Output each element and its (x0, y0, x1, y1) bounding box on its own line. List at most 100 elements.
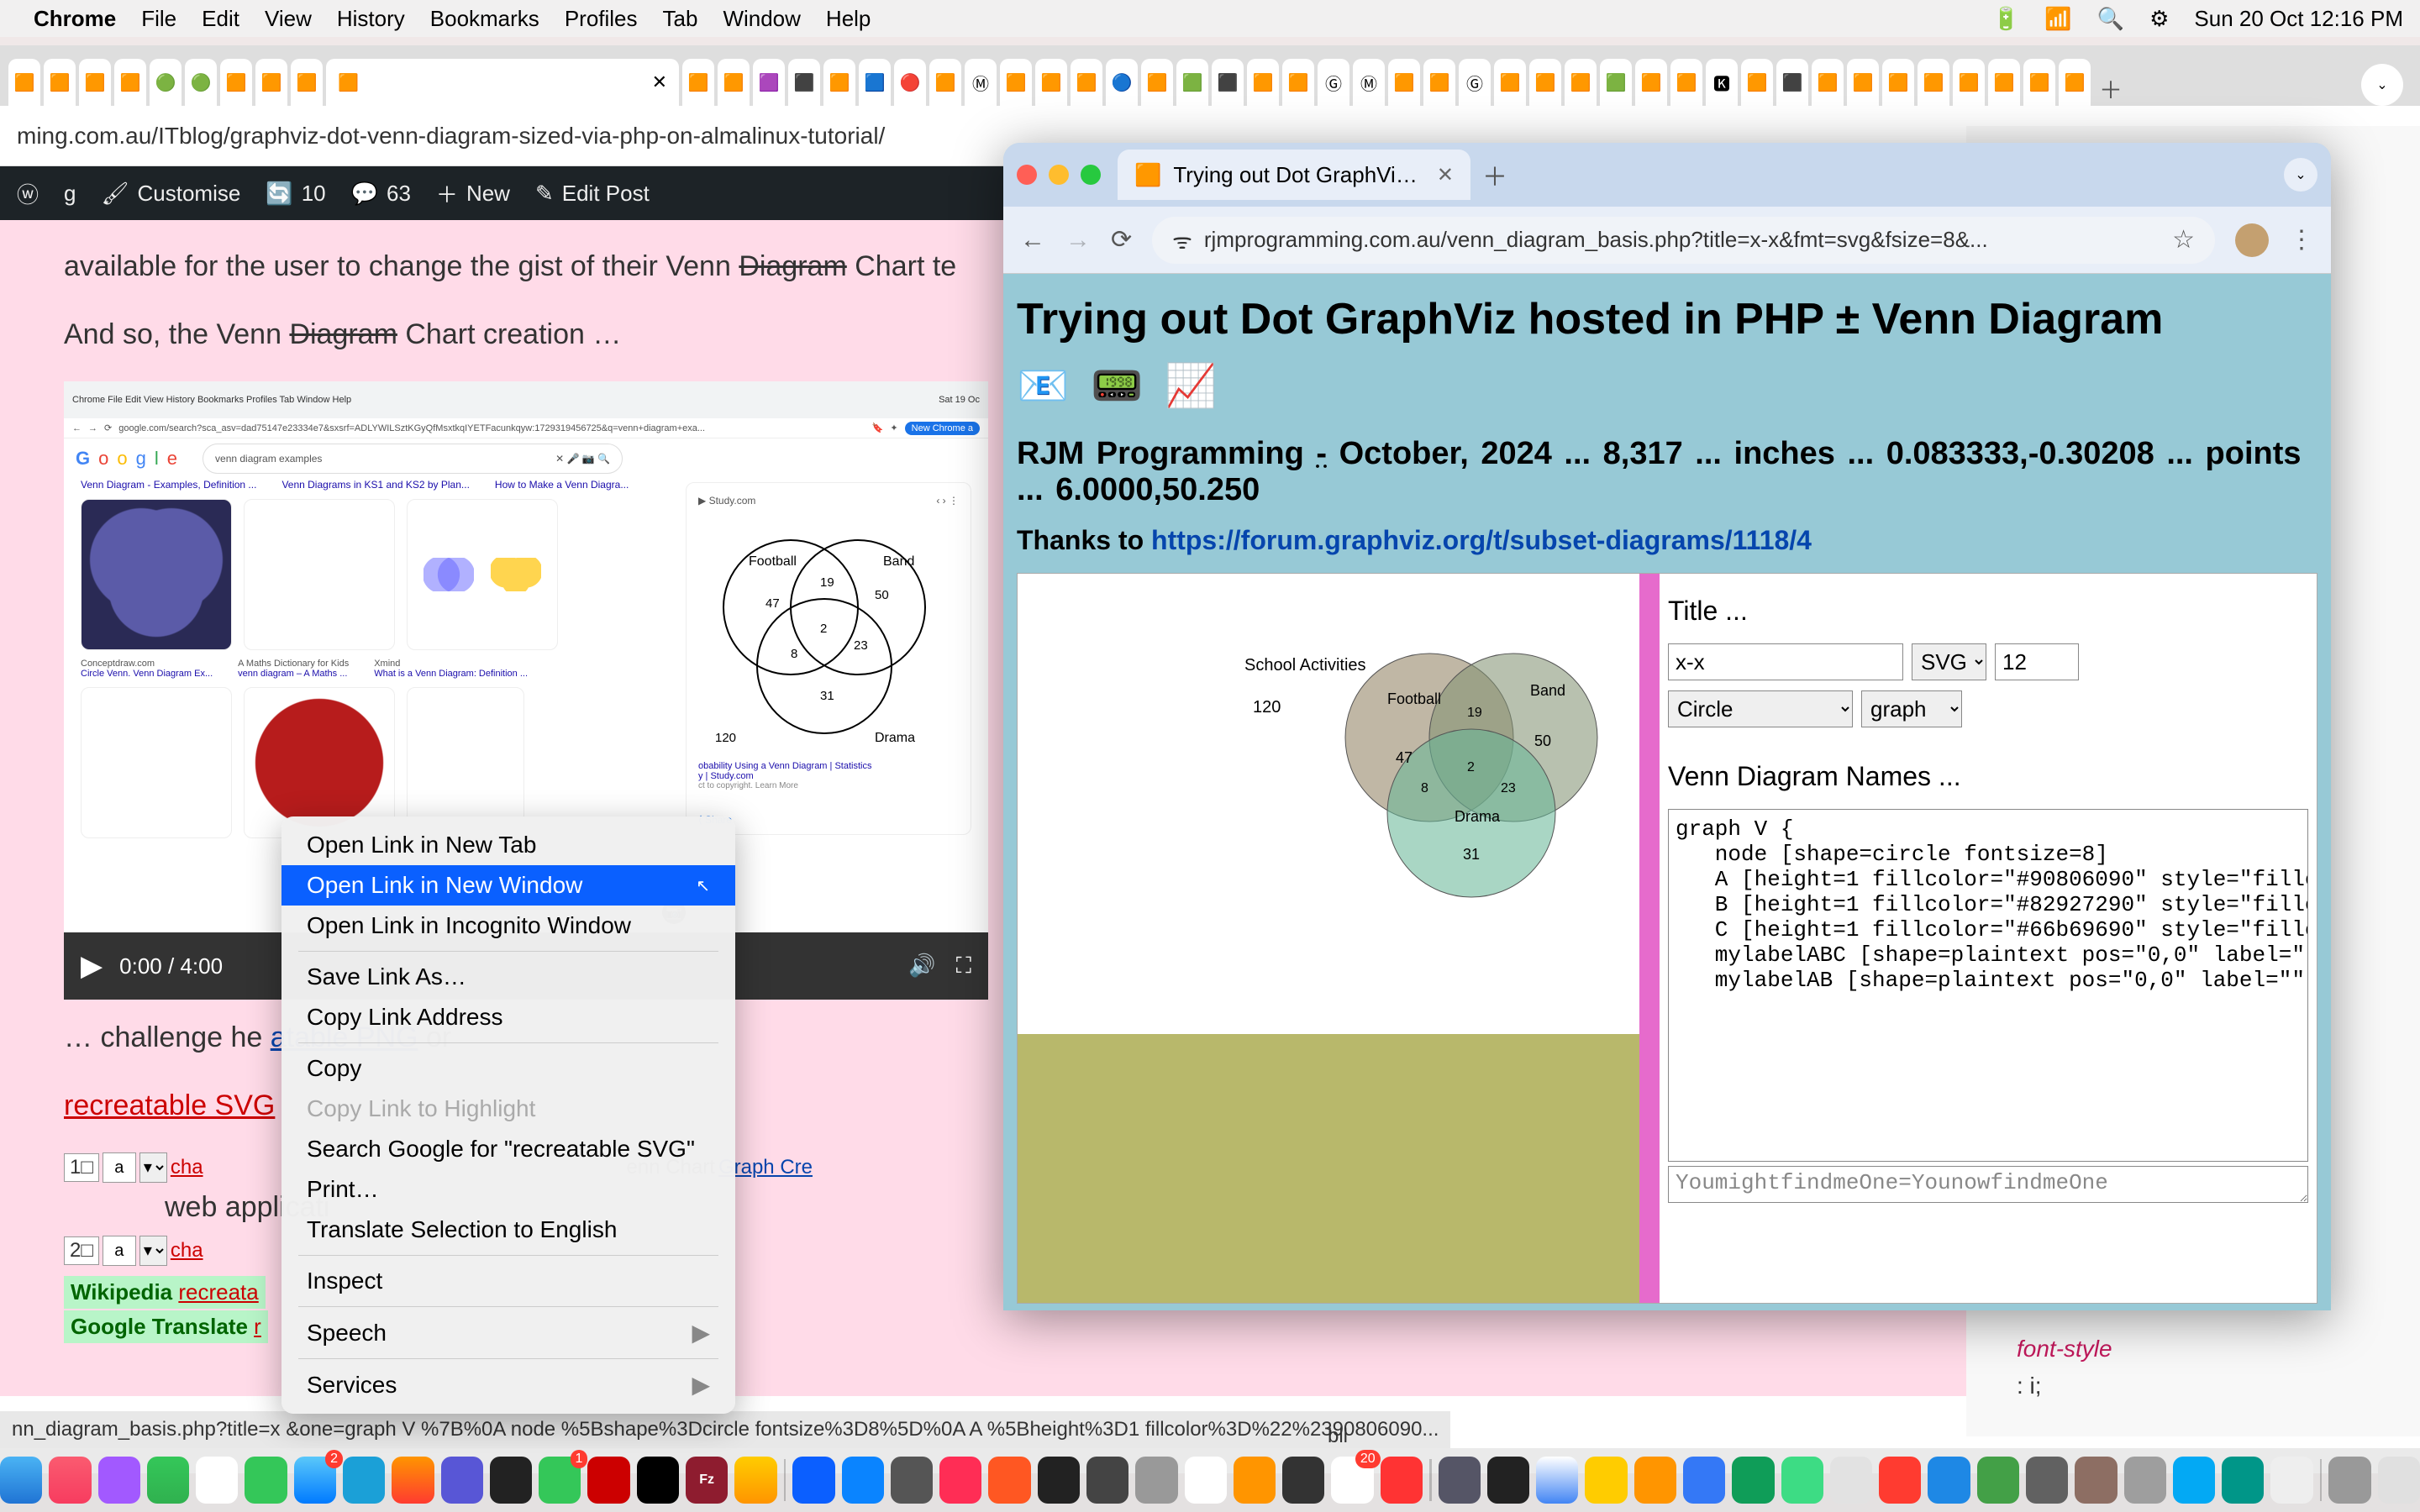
dock-app[interactable] (939, 1457, 981, 1504)
tab-favicon[interactable]: 🟧 (682, 59, 714, 106)
tab-favicon[interactable]: 🟩 (1176, 59, 1208, 106)
wp-new[interactable]: ＋New (436, 178, 510, 209)
tab-favicon[interactable]: 🟧 (1282, 59, 1314, 106)
tab-favicon[interactable]: 🟢 (150, 59, 182, 106)
front-tab-active[interactable]: 🟧 Trying out Dot GraphViz host ✕ (1118, 150, 1470, 200)
ctx-copy-link[interactable]: Copy Link Address (281, 997, 735, 1037)
dock-messages[interactable] (245, 1457, 287, 1504)
dock-maps[interactable] (343, 1457, 385, 1504)
gt-link[interactable]: r (254, 1314, 261, 1339)
menu-window[interactable]: Window (723, 6, 800, 32)
dock-numbers[interactable]: 1 (539, 1457, 581, 1504)
tab-favicon[interactable]: 🟧 (1953, 59, 1985, 106)
ctx-speech[interactable]: Speech▶ (281, 1312, 735, 1353)
front-tab-list[interactable]: ⌄ (2284, 158, 2317, 192)
dock-filezilla[interactable]: Fz (686, 1457, 728, 1504)
ctx-open-new-tab[interactable]: Open Link in New Tab (281, 825, 735, 865)
dock-app[interactable] (1086, 1457, 1128, 1504)
row2-input[interactable] (103, 1236, 136, 1266)
title-input[interactable] (1668, 643, 1903, 680)
wp-site[interactable]: g (64, 181, 76, 207)
tab-favicon[interactable]: 🟧 (1918, 59, 1949, 106)
tab-favicon[interactable]: 🟢 (185, 59, 217, 106)
chrome-menu-icon[interactable]: ⋮ (2289, 225, 2314, 255)
site-info-icon[interactable]: ᯤ (1172, 225, 1192, 255)
new-tab-button[interactable]: ＋ (2094, 72, 2128, 106)
tab-favicon[interactable]: 🟧 (114, 59, 146, 106)
ctx-open-new-window[interactable]: Open Link in New Window↖ (281, 865, 735, 906)
dock-pages[interactable] (637, 1457, 679, 1504)
dock-app[interactable] (1282, 1457, 1324, 1504)
dock-zoom[interactable] (792, 1457, 834, 1504)
close-window-icon[interactable] (1017, 165, 1037, 185)
tab-favicon[interactable]: 🟧 (1882, 59, 1914, 106)
tab-favicon[interactable]: 🟧 (1494, 59, 1526, 106)
dock-app[interactable] (1928, 1457, 1970, 1504)
tab-favicon[interactable]: 🟧 (2059, 59, 2091, 106)
tab-favicon[interactable]: Ⓖ (1459, 59, 1491, 106)
wp-comments[interactable]: 💬63 (351, 181, 411, 207)
tab-favicon[interactable]: 🟧 (1000, 59, 1032, 106)
tab-favicon[interactable]: 🟧 (823, 59, 855, 106)
menu-profiles[interactable]: Profiles (565, 6, 638, 32)
tab-favicon[interactable]: 🅺 (1706, 59, 1738, 106)
tab-favicon[interactable]: 🟧 (1812, 59, 1844, 106)
row1-link-cha[interactable]: cha (171, 1156, 203, 1179)
menu-file[interactable]: File (141, 6, 176, 32)
ctx-inspect[interactable]: Inspect (281, 1261, 735, 1301)
dock-music[interactable] (49, 1457, 91, 1504)
dock-app[interactable] (2270, 1457, 2312, 1504)
wp-updates[interactable]: 🔄10 (266, 181, 325, 207)
tab-favicon[interactable]: ⬛ (1212, 59, 1244, 106)
tab-favicon[interactable]: 🟧 (220, 59, 252, 106)
tab-close-icon[interactable]: ✕ (652, 71, 667, 93)
dock-app[interactable] (1977, 1457, 2019, 1504)
dock-app[interactable] (2173, 1457, 2215, 1504)
wp-edit-post[interactable]: ✎Edit Post (535, 181, 650, 207)
tab-list-dropdown[interactable]: ⌄ (2361, 64, 2403, 106)
dock-terminal[interactable] (1487, 1457, 1529, 1504)
menubar-app[interactable]: Chrome (34, 6, 116, 32)
wp-logo-icon[interactable]: ⓦ (17, 178, 39, 209)
tab-favicon[interactable]: Ⓜ (1353, 59, 1385, 106)
menu-bookmarks[interactable]: Bookmarks (430, 6, 539, 32)
tab-favicon[interactable]: 🟧 (1529, 59, 1561, 106)
ctx-save-link[interactable]: Save Link As… (281, 957, 735, 997)
dock-firefox[interactable] (988, 1457, 1030, 1504)
tab-favicon[interactable]: Ⓖ (1318, 59, 1349, 106)
bookmark-star-icon[interactable]: ☆ (2172, 225, 2195, 255)
ctx-services[interactable]: Services▶ (281, 1364, 735, 1405)
tab-favicon[interactable]: 🟧 (1141, 59, 1173, 106)
thanks-link[interactable]: https://forum.graphviz.org/t/subset-diag… (1151, 525, 1812, 555)
ctx-translate[interactable]: Translate Selection to English (281, 1210, 735, 1250)
ctx-search-google[interactable]: Search Google for "recreatable SVG" (281, 1129, 735, 1169)
tab-close-icon[interactable]: ✕ (1437, 163, 1454, 187)
wifi-icon[interactable]: 📶 (2044, 6, 2071, 32)
dock-podcasts[interactable] (98, 1457, 140, 1504)
profile-avatar[interactable] (2235, 223, 2269, 257)
ctx-open-incognito[interactable]: Open Link in Incognito Window (281, 906, 735, 946)
tab-favicon[interactable]: 🟧 (718, 59, 750, 106)
shape-select[interactable]: Circle (1668, 690, 1853, 727)
dock-app[interactable] (2026, 1457, 2068, 1504)
tab-favicon[interactable]: 🟧 (1670, 59, 1702, 106)
dock-tv[interactable] (1038, 1457, 1080, 1504)
menu-view[interactable]: View (265, 6, 312, 32)
tab-favicon[interactable]: 🟧 (255, 59, 287, 106)
dock-app[interactable] (2075, 1457, 2117, 1504)
dock-appstore[interactable] (842, 1457, 884, 1504)
dock-app[interactable] (441, 1457, 483, 1504)
dock-app[interactable] (1683, 1457, 1725, 1504)
graphviz-code[interactable]: graph V { node [shape=circle fontsize=8]… (1668, 809, 2308, 1162)
tab-favicon[interactable]: ⬛ (1776, 59, 1808, 106)
maximize-window-icon[interactable] (1081, 165, 1101, 185)
dock-launchpad[interactable] (490, 1457, 532, 1504)
back-icon[interactable]: ← (1020, 226, 1045, 255)
menubar-clock[interactable]: Sun 20 Oct 12:16 PM (2194, 6, 2403, 32)
tab-favicon[interactable]: 🟧 (1741, 59, 1773, 106)
dock-settings[interactable] (891, 1457, 933, 1504)
dock-app[interactable] (1732, 1457, 1774, 1504)
dock-photos[interactable] (392, 1457, 434, 1504)
dock-app[interactable] (1830, 1457, 1872, 1504)
menu-edit[interactable]: Edit (202, 6, 239, 32)
